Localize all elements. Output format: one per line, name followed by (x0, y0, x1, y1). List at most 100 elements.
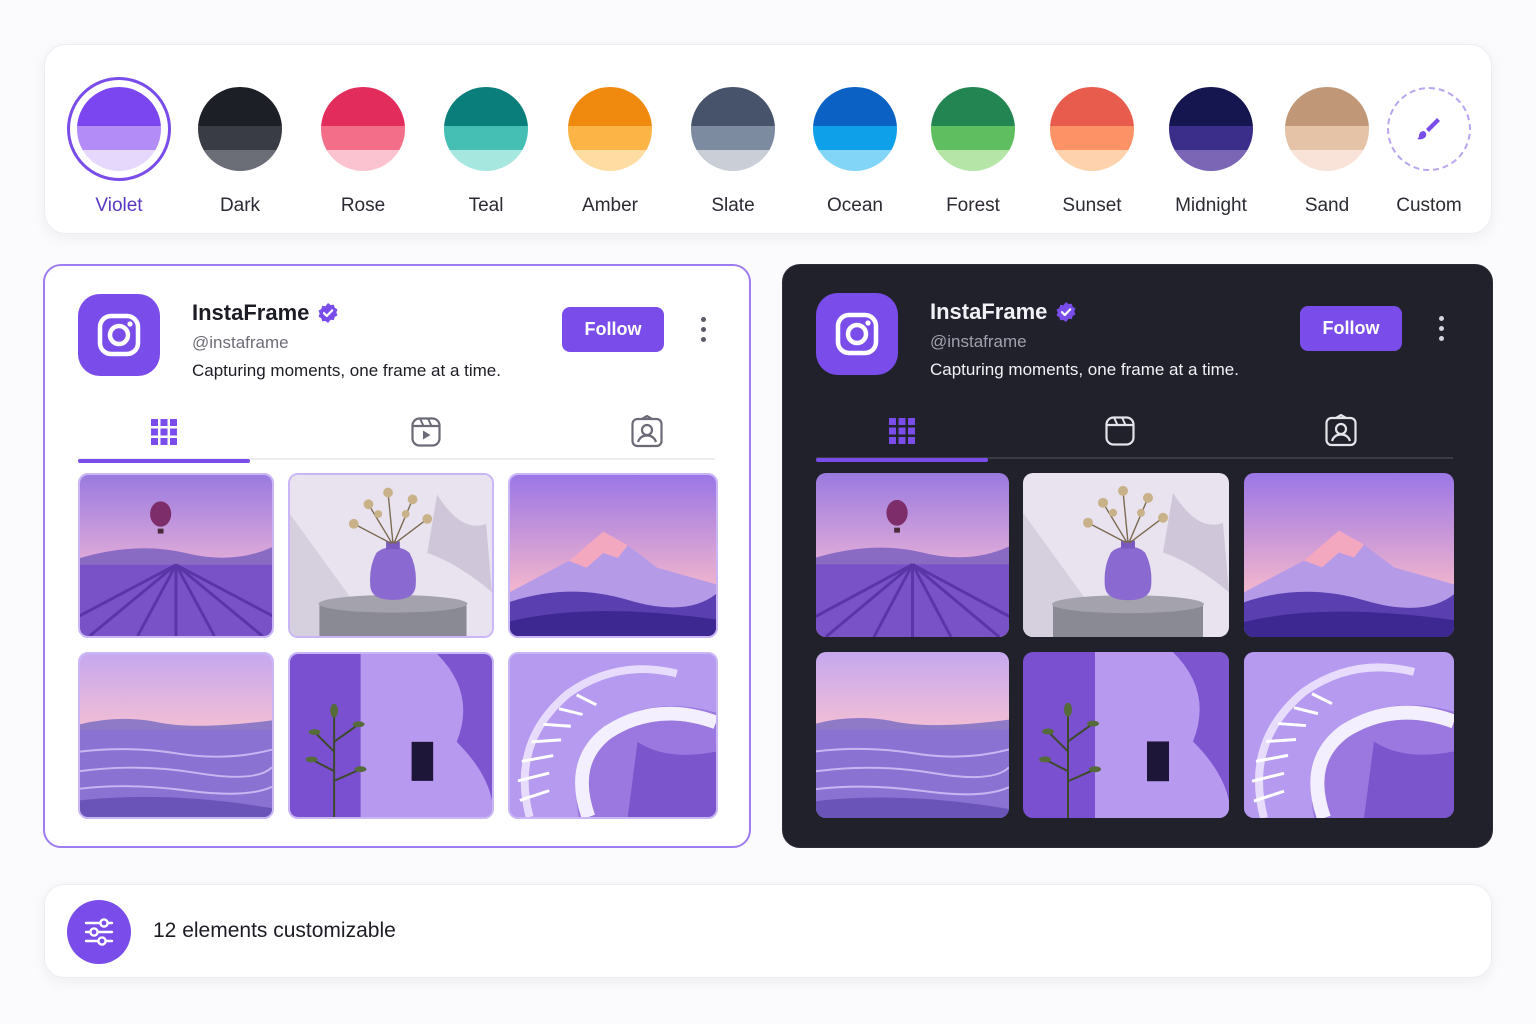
theme-swatch-label: Sunset (1062, 195, 1122, 216)
profile-bio: Capturing moments, one frame at a time. (192, 361, 501, 380)
theme-swatch-amber[interactable]: Amber (555, 73, 665, 223)
theme-swatch-sunset[interactable]: Sunset (1037, 73, 1147, 223)
wall-plant-photo-image (1023, 652, 1229, 818)
profile-avatar[interactable] (816, 293, 898, 375)
tab-reels[interactable] (1034, 403, 1206, 459)
theme-color-circle (1285, 87, 1369, 171)
theme-swatch-label: Custom (1396, 195, 1462, 216)
profile-name: InstaFrame (930, 299, 1077, 325)
theme-color-circle (198, 87, 282, 171)
tab-tagged[interactable] (1255, 403, 1427, 459)
photo-balloon[interactable] (78, 473, 274, 638)
photo-staircase[interactable] (1244, 652, 1454, 818)
profile-handle: @instaframe (930, 332, 1027, 351)
follow-button[interactable]: Follow (562, 307, 664, 352)
theme-swatch-forest[interactable]: Forest (918, 73, 1028, 223)
theme-color-circle (568, 87, 652, 171)
vase-photo-image (290, 475, 492, 636)
ocean-photo-image (816, 652, 1009, 818)
reels-icon (411, 417, 441, 447)
staircase-photo-image (1244, 652, 1454, 818)
verified-icon (318, 303, 338, 323)
customizable-count-text: 12 elements customizable (153, 919, 396, 942)
customization-summary-bar: 12 elements customizable (44, 884, 1492, 978)
theme-swatch-label: Violet (95, 195, 143, 216)
sliders-icon[interactable] (67, 900, 131, 964)
tab-posts-grid[interactable] (816, 403, 988, 462)
balloon-photo-image (816, 473, 1009, 637)
follow-button[interactable]: Follow (1300, 306, 1402, 351)
staircase-photo-image (510, 654, 716, 817)
camera-icon (835, 312, 879, 356)
theme-swatch-midnight[interactable]: Midnight (1156, 73, 1266, 223)
custom-color-circle (1387, 87, 1471, 171)
photo-grid (816, 472, 1456, 818)
profile-name-text: InstaFrame (192, 300, 310, 325)
theme-swatch-label: Amber (582, 195, 638, 216)
photo-mountain[interactable] (508, 473, 718, 638)
theme-swatch-violet[interactable]: Violet (64, 73, 174, 223)
photo-balloon[interactable] (816, 473, 1009, 637)
theme-swatch-label: Forest (946, 195, 1000, 216)
profile-name-text: InstaFrame (930, 299, 1048, 324)
theme-color-circle (1050, 87, 1134, 171)
theme-swatch-ocean[interactable]: Ocean (800, 73, 910, 223)
mountain-photo-image (1244, 473, 1454, 637)
photo-ocean[interactable] (78, 652, 274, 819)
tab-posts-grid[interactable] (78, 404, 250, 463)
theme-swatch-dark[interactable]: Dark (185, 73, 295, 223)
theme-swatch-label: Sand (1304, 195, 1350, 216)
theme-swatch-label: Dark (219, 195, 261, 216)
more-options-icon[interactable] (1429, 311, 1453, 345)
theme-swatch-label: Teal (468, 195, 504, 216)
theme-swatch-label: Rose (340, 195, 386, 216)
tab-reels[interactable] (340, 404, 512, 460)
profile-preview-dark: InstaFrame @instaframe Capturing moments… (782, 264, 1493, 848)
photo-wall-plant[interactable] (288, 652, 494, 819)
theme-swatch-custom[interactable]: Custom (1374, 73, 1484, 223)
profile-preview-light: InstaFrame @instaframe Capturing moments… (43, 264, 751, 848)
balloon-photo-image (80, 475, 272, 636)
photo-wall-plant[interactable] (1023, 652, 1229, 818)
theme-swatch-label: Slate (711, 195, 755, 216)
photo-vase[interactable] (1023, 473, 1229, 637)
theme-swatch-rose[interactable]: Rose (308, 73, 418, 223)
photo-staircase[interactable] (508, 652, 718, 819)
wall-plant-photo-image (290, 654, 492, 817)
photo-grid (78, 473, 718, 819)
tagged-user-icon (1325, 414, 1357, 447)
theme-color-circle (691, 87, 775, 171)
ocean-photo-image (80, 654, 272, 817)
reels-icon (1105, 416, 1135, 446)
theme-color-circle (1169, 87, 1253, 171)
brush-icon (1417, 118, 1440, 140)
vase-photo-image (1023, 473, 1229, 637)
theme-swatch-teal[interactable]: Teal (431, 73, 541, 223)
profile-name: InstaFrame (192, 300, 339, 326)
theme-color-circle (444, 87, 528, 171)
theme-color-circle (321, 87, 405, 171)
profile-bio: Capturing moments, one frame at a time. (930, 360, 1239, 379)
photo-ocean[interactable] (816, 652, 1009, 818)
camera-icon (97, 313, 141, 357)
tab-tagged[interactable] (561, 404, 733, 460)
mountain-photo-image (510, 475, 716, 636)
theme-swatch-slate[interactable]: Slate (678, 73, 788, 223)
profile-tabs (78, 404, 715, 463)
tagged-user-icon (631, 415, 663, 448)
profile-avatar[interactable] (78, 294, 160, 376)
theme-swatch-sand[interactable]: Sand (1272, 73, 1382, 223)
theme-swatch-label: Midnight (1175, 195, 1247, 216)
theme-color-circle (931, 87, 1015, 171)
theme-color-circle (77, 87, 161, 171)
verified-icon (1056, 302, 1076, 322)
profile-tabs (816, 403, 1453, 462)
profile-handle: @instaframe (192, 333, 289, 352)
grid-icon (151, 419, 177, 445)
photo-vase[interactable] (288, 473, 494, 638)
photo-mountain[interactable] (1244, 473, 1454, 637)
theme-picker: Violet Dark Rose Teal Amber Slate Ocean Forest S… (44, 44, 1492, 234)
grid-icon (889, 418, 915, 444)
more-options-icon[interactable] (691, 312, 715, 346)
theme-swatch-label: Ocean (827, 195, 883, 216)
